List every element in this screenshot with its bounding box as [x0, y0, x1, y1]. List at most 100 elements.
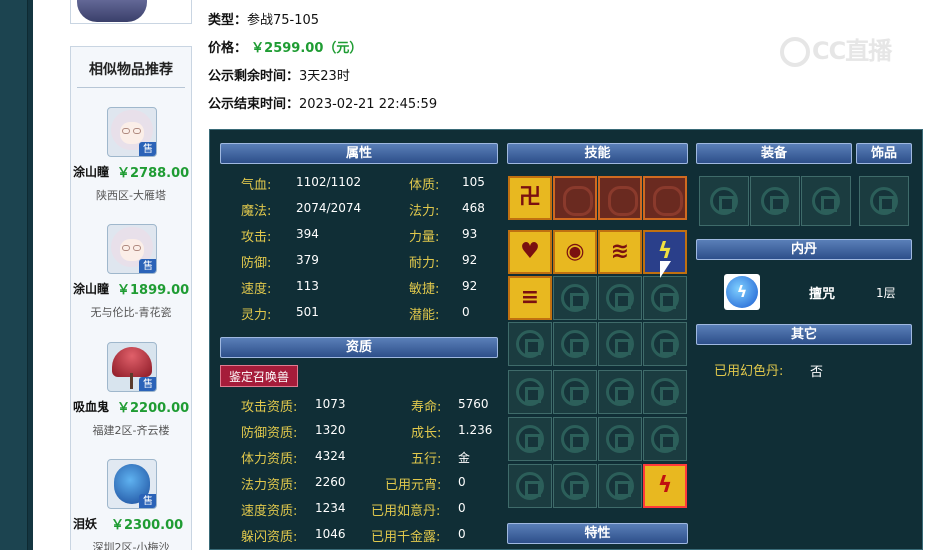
apt-label: 成长: — [411, 426, 442, 441]
attr-label: 速度: — [241, 282, 272, 297]
empty-skill-slot — [598, 464, 642, 508]
attr-label: 魔法: — [241, 204, 272, 219]
type-value: 参战75-105 — [247, 13, 320, 28]
skill-slot-main[interactable]: 卍 — [508, 176, 552, 220]
ornament-slot[interactable] — [859, 176, 909, 226]
apt-value: 0 — [458, 501, 466, 515]
traits-header: 特性 — [507, 523, 688, 544]
item-name[interactable]: 吸血鬼 — [73, 398, 109, 415]
similar-item[interactable]: 售 涂山瞳 ￥2788.00 陕西区-大雁塔 — [71, 107, 191, 217]
item-price: ￥1899.00 — [117, 283, 190, 298]
item-thumbnail[interactable]: 售 — [107, 459, 157, 509]
attr-value: 92 — [462, 279, 478, 293]
apt-label: 速度资质: — [241, 504, 298, 519]
apt-value: 1073 — [315, 397, 346, 411]
attr-value: 92 — [462, 253, 478, 267]
similar-item[interactable]: 售 涂山瞳 ￥1899.00 无与伦比-青花瓷 — [71, 224, 191, 334]
neidan-level: 1层 — [876, 286, 896, 300]
wave-icon: ≋ — [610, 239, 630, 264]
stream-watermark: CC直播 — [780, 31, 892, 67]
pet-detail-panel: 属性 气血: 1102/1102 魔法: 2074/2074 攻击: 394 防… — [209, 129, 923, 550]
apt-value: 1320 — [315, 423, 346, 437]
sidebar-divider — [77, 87, 185, 88]
empty-skill-slot — [643, 276, 687, 320]
attr-label: 灵力: — [241, 308, 272, 323]
skill-slot-locked[interactable] — [598, 176, 642, 220]
attr-label: 潜能: — [409, 308, 440, 323]
item-server: 陕西区-大雁塔 — [96, 189, 166, 202]
scroll-icon: ≡ — [520, 285, 540, 310]
apt-value: 金 — [458, 451, 471, 465]
aptitude-header: 资质 — [220, 337, 498, 358]
empty-skill-slot — [553, 276, 597, 320]
attr-value: 2074/2074 — [296, 201, 362, 215]
attr-value: 468 — [462, 201, 485, 215]
empty-skill-slot — [553, 417, 597, 461]
apt-label: 躲闪资质: — [241, 530, 298, 545]
attr-value: 0 — [462, 305, 470, 319]
skill-slot[interactable]: ◉ — [553, 230, 597, 274]
end-label: 公示结束时间： — [208, 97, 300, 112]
skill-slot-highlighted[interactable]: ϟ — [643, 464, 687, 508]
attr-value: 379 — [296, 253, 319, 267]
empty-skill-slot — [598, 417, 642, 461]
attr-value: 394 — [296, 227, 319, 241]
item-name[interactable]: 涂山瞳 — [73, 280, 109, 297]
item-thumbnail[interactable]: 售 — [107, 224, 157, 274]
type-row: 类型：参战75-105 — [208, 9, 319, 28]
apt-label: 已用元宵: — [385, 478, 442, 493]
similar-item[interactable]: 售 泪妖 ￥2300.00 深圳2区-小梅沙 — [71, 459, 191, 550]
equip-slot[interactable] — [801, 176, 851, 226]
empty-skill-slot — [643, 322, 687, 366]
apt-value: 0 — [458, 527, 466, 541]
item-server: 深圳2区-小梅沙 — [92, 541, 170, 550]
attr-label: 攻击: — [241, 230, 272, 245]
skill-slot[interactable]: ≋ — [598, 230, 642, 274]
empty-skill-slot — [508, 322, 552, 366]
attr-value: 105 — [462, 175, 485, 189]
empty-skill-slot — [598, 322, 642, 366]
watermark-logo-icon — [780, 37, 810, 67]
identify-pet-button[interactable]: 鉴定召唤兽 — [220, 365, 298, 387]
neidan-name: 擅咒 — [809, 287, 836, 302]
end-time-row: 公示结束时间：2023-02-21 22:45:59 — [208, 93, 437, 112]
skill-slot[interactable]: ♥ — [508, 230, 552, 274]
neidan-skill-icon[interactable]: ϟ — [724, 274, 760, 310]
empty-skill-slot — [508, 464, 552, 508]
sale-badge: 售 — [139, 494, 156, 508]
item-name[interactable]: 泪妖 — [73, 515, 97, 532]
type-label: 类型： — [208, 13, 248, 28]
item-thumbnail[interactable]: 售 — [107, 107, 157, 157]
apt-value: 5760 — [458, 397, 489, 411]
skill-slot-locked[interactable] — [553, 176, 597, 220]
sidebar-title: 相似物品推荐 — [89, 62, 173, 78]
item-price: ￥2788.00 — [117, 166, 190, 181]
equip-slot[interactable] — [750, 176, 800, 226]
item-thumbnail[interactable]: 售 — [107, 342, 157, 392]
attr-label: 敏捷: — [409, 282, 440, 297]
mouse-cursor-icon — [660, 261, 671, 278]
sale-badge: 售 — [139, 377, 156, 391]
attr-label: 体质: — [409, 178, 440, 193]
empty-skill-slot — [643, 370, 687, 414]
apt-label: 攻击资质: — [241, 400, 298, 415]
similar-item[interactable]: 售 吸血鬼 ￥2200.00 福建2区-齐云楼 — [71, 342, 191, 452]
equip-slot[interactable] — [699, 176, 749, 226]
ornament-header: 饰品 — [856, 143, 912, 164]
apt-label: 已用如意丹: — [371, 504, 441, 519]
huanse-value: 否 — [810, 365, 824, 380]
apt-value: 4324 — [315, 449, 346, 463]
apt-value: 1046 — [315, 527, 346, 541]
skill-slot[interactable]: ≡ — [508, 276, 552, 320]
price-value: ￥2599.00（元） — [251, 41, 363, 56]
huanse-label: 已用幻色丹: — [714, 364, 784, 379]
item-name[interactable]: 涂山瞳 — [73, 163, 109, 180]
skill-slot-locked[interactable] — [643, 176, 687, 220]
pet-avatar-frame — [70, 0, 192, 24]
watermark-text: CC直播 — [812, 37, 892, 65]
apt-label: 寿命: — [411, 400, 442, 415]
apt-label: 五行: — [411, 452, 442, 467]
empty-skill-slot — [598, 370, 642, 414]
price-row: 价格： ￥2599.00（元） — [208, 37, 362, 56]
apt-value: 1.236 — [458, 423, 493, 437]
